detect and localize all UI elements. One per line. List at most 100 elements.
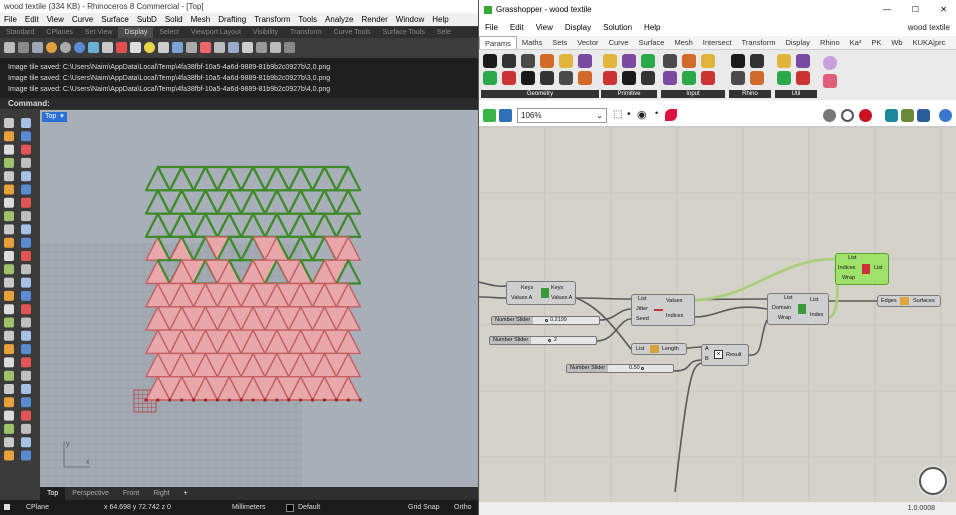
rhino-tab-cplanes[interactable]: CPlanes bbox=[40, 27, 78, 38]
layer-color-swatch[interactable] bbox=[286, 504, 294, 512]
input-list[interactable]: List bbox=[848, 255, 857, 261]
layout-icon[interactable] bbox=[214, 41, 225, 53]
tool-icon[interactable] bbox=[4, 330, 14, 341]
rendered-sphere-icon[interactable] bbox=[46, 41, 57, 53]
open-file-icon[interactable] bbox=[483, 109, 496, 122]
util-params-icons[interactable] bbox=[775, 52, 817, 88]
component-icon[interactable] bbox=[483, 54, 497, 68]
tool-icon[interactable] bbox=[21, 397, 31, 408]
viewport-canvas[interactable]: y x bbox=[40, 110, 478, 487]
tool-icon[interactable] bbox=[4, 251, 14, 261]
rhino-tab-display[interactable]: Display bbox=[118, 27, 154, 38]
tool-icon[interactable] bbox=[21, 437, 31, 448]
output-result[interactable]: Result bbox=[726, 352, 742, 358]
edge-surface-component[interactable]: Edges Surfaces bbox=[877, 295, 941, 307]
tool-icon[interactable] bbox=[21, 171, 31, 182]
tool-icon[interactable] bbox=[4, 437, 14, 448]
dot-icon[interactable]: • bbox=[627, 109, 631, 120]
gh-menu-file[interactable]: File bbox=[479, 20, 504, 36]
preview-settings-icon[interactable] bbox=[823, 109, 836, 122]
component-icon[interactable] bbox=[578, 54, 592, 68]
viewport-tab-top[interactable]: Top bbox=[40, 487, 66, 500]
jitter-component[interactable]: List Jitter Seed Values Indices bbox=[631, 294, 695, 326]
gh-tab-vector[interactable]: Vector bbox=[572, 36, 603, 49]
options-icon[interactable] bbox=[270, 41, 281, 53]
tool-icon[interactable] bbox=[4, 118, 14, 128]
tool-icon[interactable] bbox=[4, 290, 14, 301]
slider-grip[interactable] bbox=[548, 339, 551, 342]
tool-icon[interactable] bbox=[4, 237, 14, 248]
input-list[interactable]: List bbox=[636, 346, 645, 352]
component-icon[interactable] bbox=[559, 71, 573, 85]
tool-icon[interactable] bbox=[21, 251, 31, 261]
tool-icon[interactable] bbox=[21, 410, 31, 421]
gh-tab-mesh[interactable]: Mesh bbox=[669, 36, 697, 49]
cube-icon[interactable] bbox=[4, 41, 15, 53]
tool-icon[interactable] bbox=[21, 277, 31, 288]
rhino-menu-render[interactable]: Render bbox=[358, 13, 392, 26]
output-values[interactable]: Values bbox=[666, 298, 682, 304]
tool-icon[interactable] bbox=[4, 157, 14, 168]
division-component[interactable]: A B × Result bbox=[701, 344, 749, 366]
rhino-menu-view[interactable]: View bbox=[43, 13, 68, 26]
gh-tab-ka2[interactable]: Ka² bbox=[845, 36, 867, 49]
component-icon[interactable] bbox=[540, 54, 554, 68]
component-icon[interactable] bbox=[750, 54, 764, 68]
tool-icon[interactable] bbox=[4, 131, 14, 142]
zoom-dropdown[interactable]: 106% ⌄ bbox=[517, 108, 607, 123]
rhino-menu-transform[interactable]: Transform bbox=[250, 13, 294, 26]
rhino-tab-visibility[interactable]: Visibility bbox=[247, 27, 284, 38]
component-icon[interactable] bbox=[663, 54, 677, 68]
tool-icon[interactable] bbox=[21, 344, 31, 355]
tool-icon[interactable] bbox=[4, 224, 14, 235]
rhino-tab-transform[interactable]: Transform bbox=[284, 27, 328, 38]
output-list[interactable]: List bbox=[874, 265, 883, 271]
component-icon[interactable] bbox=[750, 71, 764, 85]
tool-icon[interactable] bbox=[21, 304, 31, 315]
print-icon[interactable] bbox=[242, 41, 253, 53]
component-icon[interactable] bbox=[796, 71, 810, 85]
geometry-params-icons[interactable] bbox=[481, 52, 599, 88]
component-icon[interactable] bbox=[682, 54, 696, 68]
tool-icon[interactable] bbox=[4, 450, 14, 461]
tool-icon[interactable] bbox=[4, 144, 14, 155]
primitive-params-icons[interactable] bbox=[601, 52, 657, 88]
tool-icon[interactable] bbox=[21, 211, 31, 222]
rhino-menu-file[interactable]: File bbox=[0, 13, 21, 26]
tool-icon[interactable] bbox=[21, 197, 31, 208]
gh-tab-display[interactable]: Display bbox=[780, 36, 815, 49]
component-icon[interactable] bbox=[777, 71, 791, 85]
tool-icon[interactable] bbox=[4, 423, 14, 434]
tool-icon[interactable] bbox=[21, 317, 31, 328]
light-icon[interactable] bbox=[144, 41, 155, 53]
input-wrap[interactable]: Wrap bbox=[842, 275, 855, 281]
command-prompt[interactable]: Command: bbox=[0, 98, 478, 109]
viewport-tab-perspective[interactable]: Perspective bbox=[65, 487, 116, 500]
selected-preview-icon[interactable] bbox=[917, 109, 930, 122]
component-icon[interactable] bbox=[603, 71, 617, 85]
output-index[interactable]: Index bbox=[810, 312, 823, 318]
viewport-tab-right[interactable]: Right bbox=[146, 487, 176, 500]
input-seed[interactable]: Seed bbox=[636, 316, 649, 322]
number-slider-factor[interactable]: Number Slider 0.50 bbox=[566, 364, 674, 373]
named-view-icon[interactable] bbox=[228, 41, 239, 53]
tool-icon[interactable] bbox=[21, 357, 31, 368]
output-values-a[interactable]: Values A bbox=[551, 295, 572, 301]
viewport-tab-front[interactable]: Front bbox=[116, 487, 146, 500]
tool-icon[interactable] bbox=[4, 370, 14, 381]
tool-icon[interactable] bbox=[4, 317, 14, 328]
gh-canvas[interactable]: Keys Values A Keys Values A List Jitter … bbox=[479, 127, 956, 502]
component-icon[interactable] bbox=[641, 54, 655, 68]
canvas-compass-icon[interactable] bbox=[919, 467, 947, 495]
tool-icon[interactable] bbox=[4, 304, 14, 315]
view-icon[interactable] bbox=[186, 41, 197, 53]
tool-icon[interactable] bbox=[21, 144, 31, 155]
rhino-menu-curve[interactable]: Curve bbox=[68, 13, 97, 26]
input-domain[interactable]: Domain bbox=[772, 305, 791, 311]
grid-snap-toggle[interactable]: Grid Snap bbox=[408, 500, 440, 515]
output-list[interactable]: List bbox=[810, 297, 819, 303]
capture-icon[interactable] bbox=[172, 41, 183, 53]
component-icon[interactable] bbox=[483, 71, 497, 85]
tool-icon[interactable] bbox=[4, 197, 14, 208]
tool-icon[interactable] bbox=[21, 450, 31, 461]
